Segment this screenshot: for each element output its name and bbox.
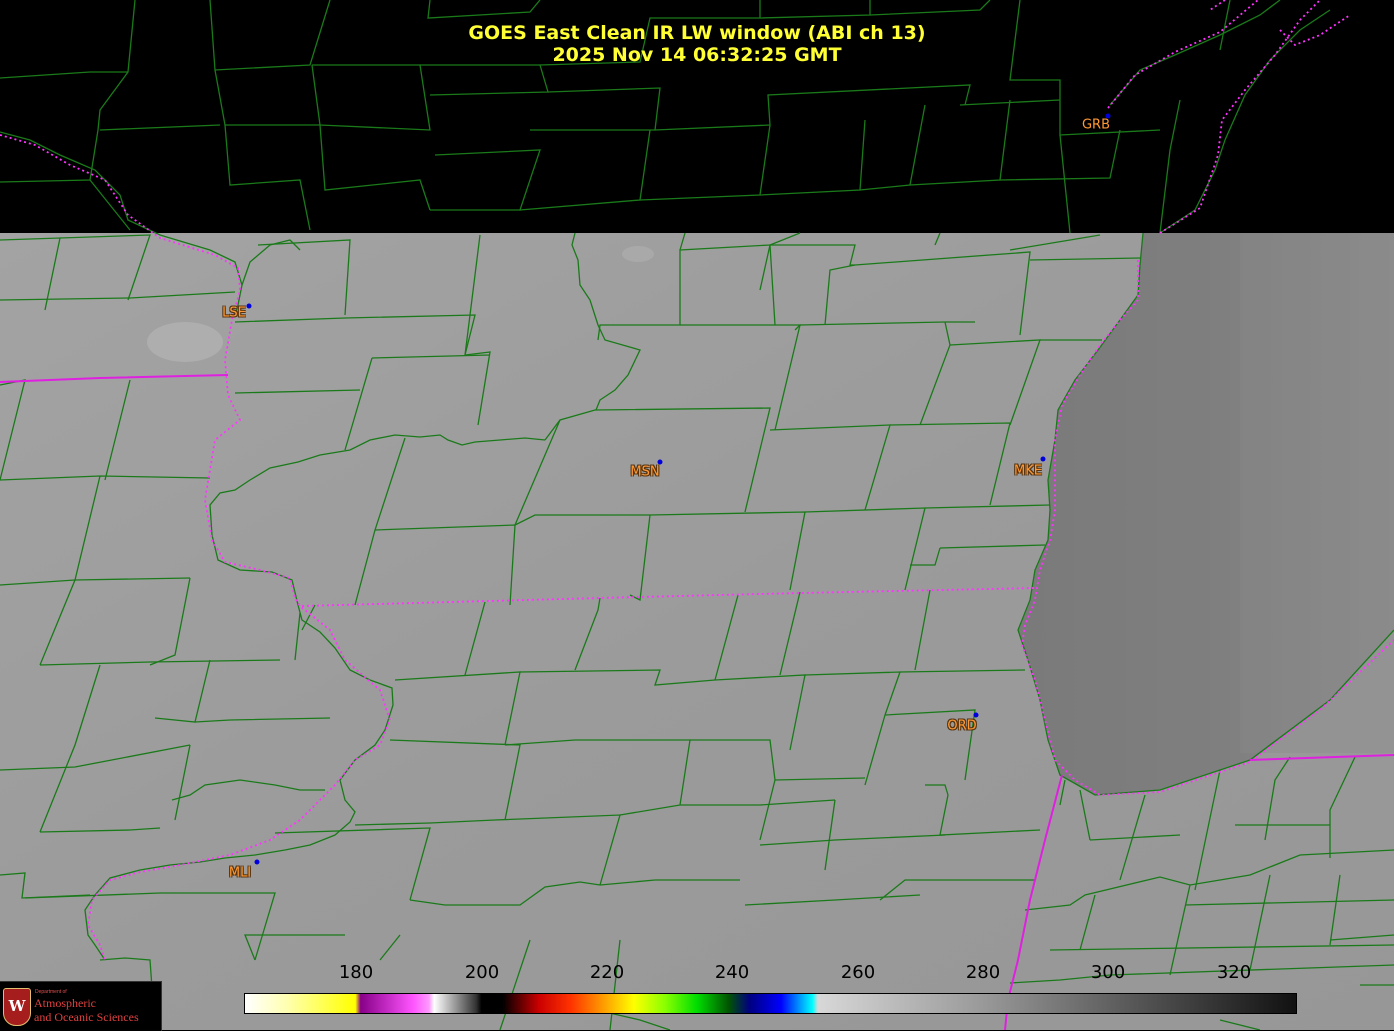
station-label-msn: MSN [630, 464, 660, 480]
colorbar-tick: 200 [464, 962, 500, 983]
logo-line2: and Oceanic Sciences [34, 1010, 139, 1024]
logo-line1: Atmospheric [34, 996, 96, 1010]
station-dot-lse [246, 303, 252, 309]
colorbar-tick: 260 [840, 962, 876, 983]
colorbar-tick: 280 [965, 962, 1001, 983]
colorbar-tick: 180 [338, 962, 374, 983]
station-label-grb: GRB [1081, 117, 1111, 133]
uw-crest-icon: W [3, 988, 31, 1026]
cloud-patch [147, 322, 223, 362]
logo-department: Department of [35, 989, 67, 995]
lake-shading [1240, 233, 1394, 753]
cloud-patch [622, 246, 654, 262]
colorbar-tick: 220 [589, 962, 625, 983]
station-label-mli: MLI [228, 865, 252, 881]
station-label-lse: LSE [222, 305, 246, 321]
colorbar-tick: 300 [1090, 962, 1126, 983]
image-title: GOES East Clean IR LW window (ABI ch 13) [468, 22, 926, 44]
aos-logo: W Department of Atmospheric and Oceanic … [0, 981, 162, 1031]
station-dot-mke [1040, 456, 1046, 462]
colorbar-tick: 320 [1216, 962, 1252, 983]
temperature-colorbar [244, 993, 1297, 1014]
image-timestamp: 2025 Nov 14 06:32:25 GMT [552, 44, 842, 66]
satellite-map [0, 0, 1394, 1030]
station-label-mke: MKE [1014, 463, 1042, 479]
station-dot-mli [254, 859, 260, 865]
colorbar-tick: 240 [714, 962, 750, 983]
station-dot-ord [973, 712, 979, 718]
station-label-ord: ORD [947, 718, 977, 734]
